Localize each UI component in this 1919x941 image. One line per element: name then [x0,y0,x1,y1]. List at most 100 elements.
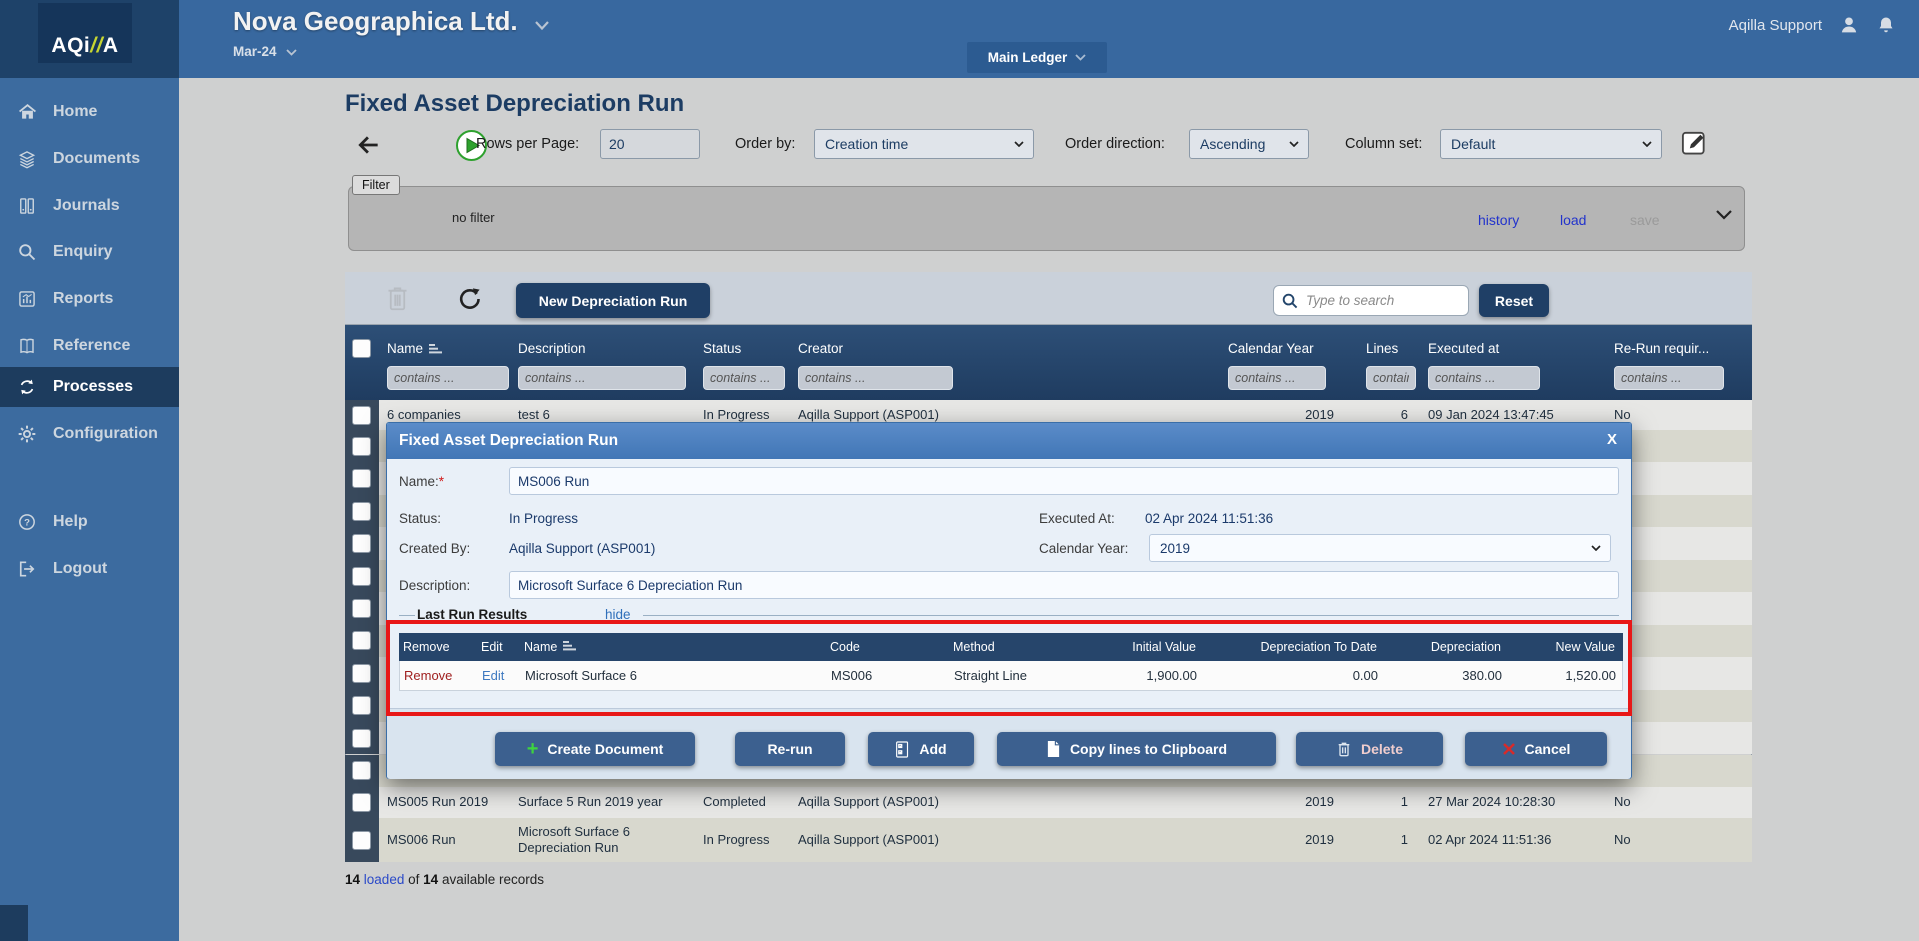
row-checkbox[interactable] [352,599,371,618]
dialog-close-button[interactable]: X [1607,431,1617,448]
remove-link[interactable]: Remove [404,661,480,691]
chevron-down-icon [1075,54,1086,61]
column-filter-name[interactable] [387,366,509,390]
select-all-checkbox[interactable] [352,339,371,358]
name-field[interactable] [509,467,1619,495]
row-checkbox[interactable] [352,567,371,586]
calendar-year-select[interactable]: 2019 [1149,534,1611,562]
filter-load-link[interactable]: load [1560,212,1586,228]
column-header-executed-at[interactable]: Executed at [1428,338,1499,360]
column-header-calendar-year[interactable]: Calendar Year [1228,338,1314,360]
sort-icon[interactable] [563,641,576,651]
sidebar-item-help[interactable]: ? Help [0,502,179,542]
row-gutter [345,592,379,624]
order-direction-select[interactable]: Ascending [1189,129,1309,159]
filter-save-link[interactable]: save [1630,212,1660,228]
column-filter-description[interactable] [518,366,686,390]
column-header-name[interactable]: Name [387,338,442,360]
row-checkbox[interactable] [352,437,371,456]
row-checkbox[interactable] [352,534,371,553]
dialog-title-bar[interactable]: Fixed Asset Depreciation Run [387,423,1631,459]
ledger-selector[interactable]: Main Ledger [967,42,1107,73]
new-depreciation-run-button[interactable]: New Depreciation Run [516,283,710,318]
column-filter-lines[interactable] [1366,366,1416,390]
row-checkbox[interactable] [352,831,371,850]
column-filter-calendar-year[interactable] [1228,366,1326,390]
sidebar-item-reference[interactable]: Reference [0,326,179,366]
table-row[interactable]: MS005 Run 2019Surface 5 Run 2019 yearCom… [345,787,1752,818]
column-header-description[interactable]: Description [518,338,586,360]
results-column-depreciation-to-date: Depreciation To Date [1199,633,1377,661]
sidebar-item-documents[interactable]: Documents [0,139,179,179]
row-checkbox[interactable] [352,761,371,780]
sidebar-item-label: Reference [53,337,130,355]
bell-icon[interactable] [1876,14,1896,36]
refresh-icon[interactable] [456,286,482,312]
sidebar-item-logout[interactable]: Logout [0,549,179,589]
filter-expand-chevron-icon[interactable] [1716,210,1732,220]
re-run-button[interactable]: Re-run [735,732,845,766]
sidebar-item-home[interactable]: Home [0,92,179,132]
button-label: Create Document [547,741,663,757]
sort-icon[interactable] [429,344,442,354]
edit-link[interactable]: Edit [482,661,524,691]
add-button[interactable]: Add [868,732,974,766]
row-checkbox[interactable] [352,502,371,521]
hide-link[interactable]: hide [605,607,631,622]
sidebar-item-processes[interactable]: Processes [0,367,179,407]
column-header-status[interactable]: Status [703,338,741,360]
row-checkbox[interactable] [352,793,371,812]
trash-icon[interactable] [384,283,411,313]
row-checkbox[interactable] [352,664,371,683]
sidebar-item-reports[interactable]: Reports [0,279,179,319]
available-count: 14 [423,872,438,887]
reset-button[interactable]: Reset [1479,284,1549,317]
results-row[interactable]: RemoveEditMicrosoft Surface 6MS006Straig… [399,661,1623,691]
row-checkbox[interactable] [352,729,371,748]
table-row[interactable]: MS006 RunMicrosoft Surface 6 Depreciatio… [345,818,1752,862]
column-header-label: Name [387,338,423,360]
results-cell-depreciation: 380.00 [1380,661,1502,691]
user-icon[interactable] [1838,14,1860,36]
column-header-re-run-requir[interactable]: Re-Run requir... [1614,338,1709,360]
search-input[interactable] [1304,292,1460,309]
sidebar-item-enquiry[interactable]: Enquiry [0,232,179,272]
column-filter-creator[interactable] [798,366,953,390]
sidebar-item-label: Journals [53,197,120,215]
delete-button[interactable]: Delete [1296,732,1443,766]
copy-lines-to-clipboard-button[interactable]: Copy lines to Clipboard [997,732,1276,766]
description-field[interactable] [509,571,1619,599]
gear-icon [16,424,38,444]
create-document-button[interactable]: +Create Document [495,732,695,766]
column-header-lines[interactable]: Lines [1366,338,1398,360]
row-checkbox[interactable] [352,469,371,488]
row-checkbox[interactable] [352,406,371,425]
column-filter-re-run-requir[interactable] [1614,366,1724,390]
column-filter-executed-at[interactable] [1428,366,1540,390]
search-icon [1282,293,1298,309]
name-label: Name:* [399,474,444,489]
cancel-button[interactable]: Cancel [1465,732,1607,766]
order-by-select[interactable]: Creation time [814,129,1034,159]
filter-history-link[interactable]: history [1478,212,1519,228]
edit-column-set-icon[interactable] [1680,127,1710,157]
column-set-select[interactable]: Default [1440,129,1662,159]
user-name[interactable]: Aqilla Support [1729,17,1822,34]
created-by-label: Created By: [399,541,470,556]
aqilla-logo[interactable]: AQi//A [38,3,132,63]
sidebar-item-configuration[interactable]: Configuration [0,414,179,454]
column-header-creator[interactable]: Creator [798,338,843,360]
back-arrow-icon[interactable] [356,132,382,158]
results-column-code: Code [830,633,948,661]
period-selector[interactable]: Mar-24 [233,44,297,59]
sidebar-item-journals[interactable]: Journals [0,186,179,226]
row-checkbox[interactable] [352,631,371,650]
rows-per-page-input[interactable] [600,129,700,159]
journals-icon [16,196,38,216]
column-filter-status[interactable] [703,366,785,390]
company-selector[interactable]: Nova Geographica Ltd. [233,6,549,37]
column-set-value: Default [1451,136,1495,152]
row-checkbox[interactable] [352,696,371,715]
cell-description: Surface 5 Run 2019 year [510,787,695,818]
documents-icon [16,149,38,169]
